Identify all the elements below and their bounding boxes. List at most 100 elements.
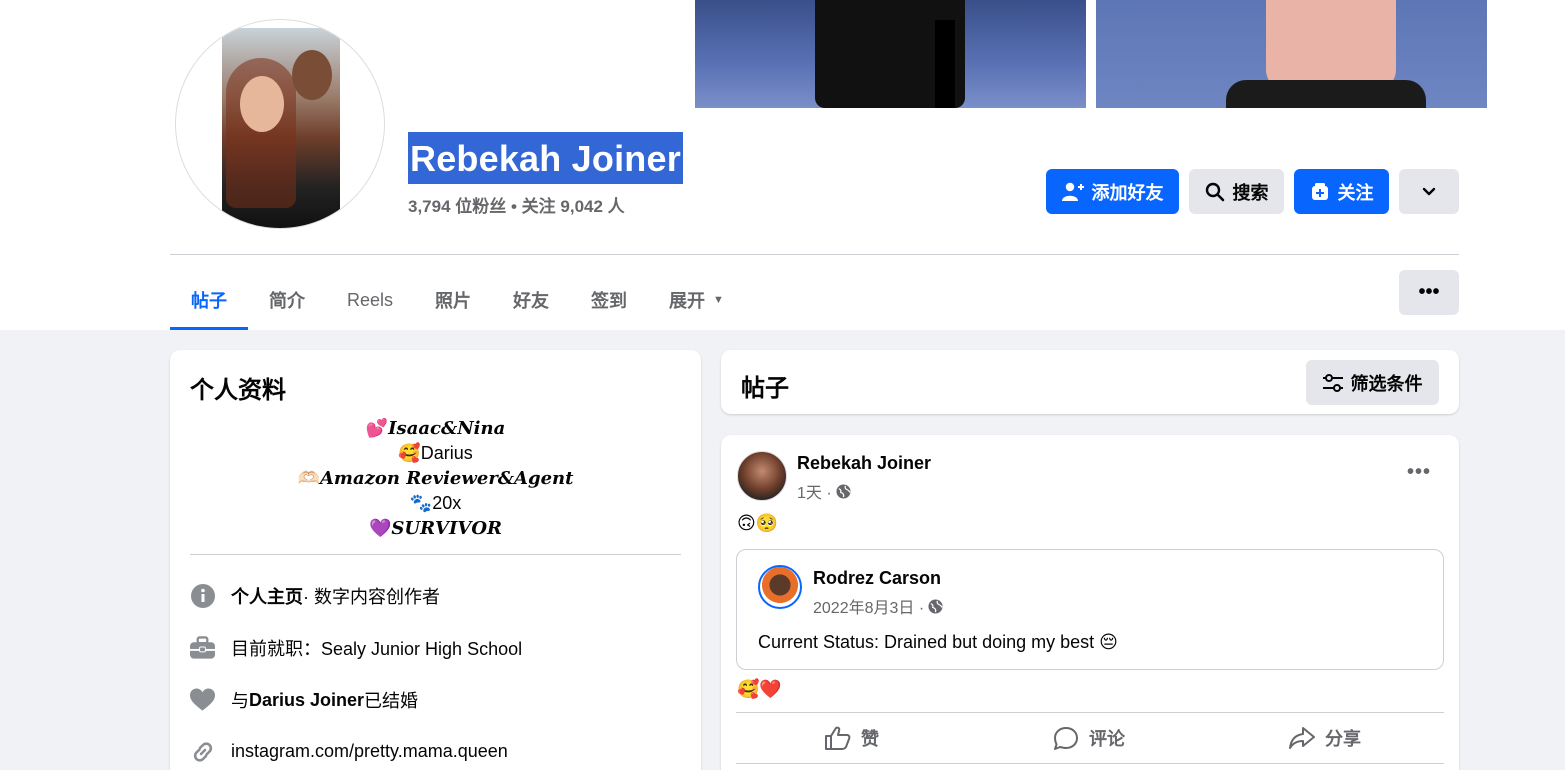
bio-line: 🫶🏻𝑨𝒎𝒂𝒛𝒐𝒏 𝑹𝒆𝒗𝒊𝒆𝒘𝒆𝒓&𝑨𝒈𝒆𝒏𝒕 [190,466,681,491]
tab-friends[interactable]: 好友 [492,270,570,330]
post-options-icon[interactable]: ••• [1407,461,1431,484]
tab-checkins-label: 签到 [591,291,628,311]
ellipsis-icon: ••• [1418,281,1440,303]
bio-line-text: Darius [420,443,473,463]
follow-icon [1311,182,1328,200]
tabs-more-options-button[interactable]: ••• [1399,270,1459,315]
like-button[interactable]: 赞 [825,723,879,753]
tab-posts-label: 帖子 [191,291,227,311]
tab-posts[interactable]: 帖子 [170,270,248,330]
shared-author-name[interactable]: Rodrez Carson [813,568,941,589]
cover-person-legs [1226,80,1426,108]
profile-name: Rebekah Joiner [408,132,683,184]
search-button[interactable]: 搜索 [1189,169,1284,214]
post-card: Rebekah Joiner 1天 · ••• 🙃🥺 Rodrez Carson… [721,435,1459,770]
tab-photos[interactable]: 照片 [414,270,492,330]
info-row-work: 目前就职：Sealy Junior High School [190,635,522,661]
bio: 💕𝑰𝒔𝒂𝒂𝒄&𝑵𝒊𝒏𝒂 🥰Darius 🫶🏻𝑨𝒎𝒂𝒛𝒐𝒏 𝑹𝒆𝒗𝒊𝒆𝒘𝒆𝒓&𝑨𝒈… [190,416,681,541]
comment-bubble-icon [1054,727,1078,750]
comment-button[interactable]: 评论 [1053,723,1125,753]
comment-label: 评论 [1089,729,1125,749]
tab-checkins[interactable]: 签到 [570,270,648,330]
cover-chair-leg [935,20,955,108]
more-profile-actions-button[interactable] [1399,169,1459,214]
shared-timestamp[interactable]: 2022年8月3日 · [813,594,924,618]
tab-about-label: 简介 [269,291,305,311]
instagram-link[interactable]: instagram.com/pretty.mama.queen [231,741,508,762]
page-type-label[interactable]: 个人主页 [231,583,303,609]
add-friend-button[interactable]: 添加好友 [1046,169,1179,214]
tab-more[interactable]: 展开 ▼ [648,270,745,330]
tab-reels-label: Reels [347,289,394,310]
profile-stats[interactable]: 3,794 位粉丝 • 关注 9,042 人 [408,192,625,217]
filter-button[interactable]: 筛选条件 [1306,360,1439,405]
profile-avatar[interactable] [175,19,385,229]
shared-author-avatar[interactable] [758,565,802,609]
bio-line-text: 𝑺𝑼𝑹𝑽𝑰𝑽𝑶𝑹 [391,518,503,539]
purple-heart-emoji-icon: 💜 [368,518,392,538]
avatar-face-woman [240,76,284,132]
shared-post[interactable]: Rodrez Carson 2022年8月3日 · Current Status… [736,549,1444,670]
paw-prints-emoji-icon: 🐾 [409,493,433,513]
work-text[interactable]: 目前就职：Sealy Junior High School [231,635,522,661]
tab-friends-label: 好友 [513,291,550,311]
chevron-down-icon [1422,187,1436,195]
posts-header-card: 帖子 筛选条件 [721,350,1459,414]
heart-hands-emoji-icon: 🫶🏻 [297,468,320,488]
add-friend-label: 添加好友 [1091,182,1164,203]
link-icon [190,739,215,764]
relationship-status: 已结婚 [364,691,419,711]
posts-title: 帖子 [741,375,789,402]
info-row-link: instagram.com/pretty.mama.queen [190,739,508,764]
share-button[interactable]: 分享 [1289,723,1361,753]
heart-icon [190,688,215,713]
page-type-value: · 数字内容创作者 [303,587,440,607]
post-timestamp[interactable]: 1天 · [797,479,832,503]
globe-icon [836,483,851,499]
follow-button[interactable]: 关注 [1294,169,1389,214]
bio-divider [190,554,681,555]
globe-icon [928,598,943,614]
smiling-hearts-emoji-icon: 🥰 [398,443,421,463]
relationship-prefix: 与 [231,691,249,711]
bio-line-text: 𝑰𝒔𝒂𝒂𝒄&𝑵𝒊𝒏𝒂 [388,418,506,439]
tab-photos-label: 照片 [435,291,472,311]
tab-reels[interactable]: Reels [326,270,414,330]
post-author-avatar[interactable] [737,451,787,501]
caret-down-icon: ▼ [713,294,724,306]
tab-more-label: 展开 [669,291,706,311]
cover-person [1266,0,1396,90]
reactions-summary[interactable]: 🥰❤️ [737,679,782,700]
cover-photo-left[interactable] [695,0,1086,108]
cover-photo-right[interactable] [1096,0,1487,108]
bio-line: 💕𝑰𝒔𝒂𝒂𝒄&𝑵𝒊𝒏𝒂 [190,416,681,441]
follow-label: 关注 [1337,182,1374,203]
bio-line: 🥰Darius [190,441,681,466]
info-icon [190,584,215,609]
intro-title: 个人资料 [190,377,286,404]
briefcase-icon [190,636,215,661]
spouse-name-link[interactable]: Darius Joiner [249,690,364,711]
profile-tabs: 帖子 简介 Reels 照片 好友 签到 展开 ▼ [170,270,745,330]
intro-card: 个人资料 💕𝑰𝒔𝒂𝒂𝒄&𝑵𝒊𝒏𝒂 🥰Darius 🫶🏻𝑨𝒎𝒂𝒛𝒐𝒏 𝑹𝒆𝒗𝒊𝒆𝒘… [170,350,701,770]
filter-sliders-icon [1322,373,1343,392]
like-label: 赞 [861,729,879,749]
info-row-page-type: 个人主页 · 数字内容创作者 [190,583,440,609]
share-label: 分享 [1325,729,1361,749]
post-actions-divider [736,763,1444,764]
add-person-icon [1061,182,1084,201]
post-author-name[interactable]: Rebekah Joiner [797,453,931,474]
search-icon [1205,182,1224,201]
bio-line-text: 𝑨𝒎𝒂𝒛𝒐𝒏 𝑹𝒆𝒗𝒊𝒆𝒘𝒆𝒓&𝑨𝒈𝒆𝒏𝒕 [319,468,574,489]
shared-post-text: Current Status: Drained but doing my bes… [758,632,1118,652]
bio-line: 💜𝑺𝑼𝑹𝑽𝑰𝑽𝑶𝑹 [190,516,681,541]
info-row-relationship: 与 Darius Joiner 已结婚 [190,687,418,713]
avatar-photo [222,28,340,228]
post-divider [736,712,1444,713]
search-label: 搜索 [1232,182,1269,203]
heart-emoji-icon: 💕 [365,418,389,438]
tab-about[interactable]: 简介 [248,270,326,330]
filter-label: 筛选条件 [1350,373,1423,394]
post-text: 🙃🥺 [737,513,779,533]
share-arrow-icon [1289,727,1315,749]
